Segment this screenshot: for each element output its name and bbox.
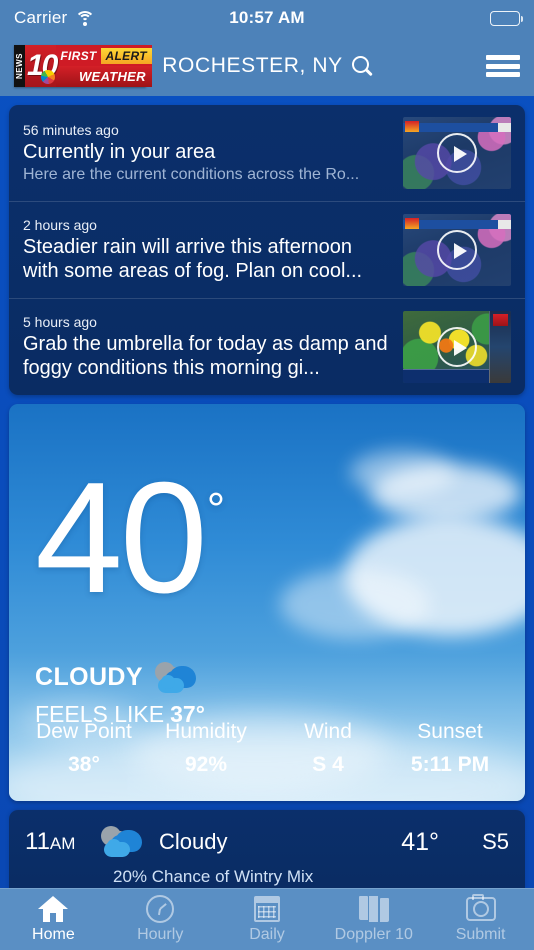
list-item[interactable]: 5 hours ago Grab the umbrella for today … [9,299,525,395]
stat-label: Humidity [165,720,247,743]
current-temperature-row: 40 ° [35,450,499,626]
stat-wind: Wind S 4 [267,720,389,777]
list-item[interactable]: 2 hours ago Steadier rain will arrive th… [9,202,525,299]
news-item-timestamp: 56 minutes ago [23,121,119,138]
stat-label: Sunset [417,720,483,743]
news-item-text: 56 minutes ago Currently in your area He… [23,122,393,185]
tab-label: Daily [249,926,285,943]
hourly-detail: 20% Chance of Wintry Mix [113,867,314,886]
hourly-temperature: 41° [401,827,439,856]
home-icon [0,895,107,923]
tab-label: Home [32,926,75,943]
news-item-subtitle: Here are the current conditions across t… [23,166,360,184]
stat-value: 5:11 PM [410,753,490,776]
play-icon[interactable] [437,327,477,367]
tab-label: Hourly [137,926,184,943]
logo-first-label: FIRST [60,48,97,63]
stat-value: 38° [68,753,100,776]
logo-first-alert-row: FIRST ALERT [56,45,152,66]
news-item-text: 2 hours ago Steadier rain will arrive th… [23,217,393,283]
tab-submit[interactable]: Submit [427,894,534,944]
tab-label: Doppler 10 [334,926,413,943]
stat-value: S 4 [312,753,344,776]
cloudy-icon [101,826,147,858]
tab-home[interactable]: Home [0,895,107,944]
stat-sunset: Sunset 5:11 PM [389,720,511,777]
hourly-wind: S5 [482,829,509,854]
thumbnail-side-panel [489,311,511,383]
current-conditions-inner: 40 ° CLOUDY FEELS LIKE37° Dew Point 38° [9,404,525,801]
battery-icon [490,10,524,26]
status-bar: Carrier 10:57 AM [0,0,534,36]
stat-label: Dew Point [36,720,132,743]
logo-weather-row: WEATHER [56,66,152,87]
current-conditions-card[interactable]: 40 ° CLOUDY FEELS LIKE37° Dew Point 38° [9,404,525,801]
app-header: NEWS 10 FIRST ALERT WEATHER ROCHESTER, N… [0,36,534,96]
news-item-title: Steadier rain will arrive this afternoon… [23,235,363,282]
stat-label: Wind [304,720,352,743]
news-item-thumbnail[interactable] [403,214,511,286]
degree-symbol: ° [206,483,226,535]
status-bar-clock: 10:57 AM [229,8,305,27]
hourly-period: AM [49,834,76,853]
news-item-timestamp: 5 hours ago [23,313,97,330]
current-condition-row: CLOUDY [35,661,499,694]
tab-daily[interactable]: Daily [214,895,321,944]
clock-icon [107,895,214,923]
news-item-thumbnail[interactable] [403,117,511,189]
news-item-title: Currently in your area [23,140,216,163]
stat-humidity: Humidity 92% [145,720,267,777]
logo-weather-label: WEATHER [78,69,146,84]
list-item[interactable]: 56 minutes ago Currently in your area He… [9,105,525,202]
thumbnail-banner [403,121,511,132]
logo-banner: FIRST ALERT WEATHER [56,45,152,87]
play-icon[interactable] [437,133,477,173]
stat-dew-point: Dew Point 38° [23,720,145,777]
map-icon [320,895,427,923]
thumbnail-lower-third [403,369,489,383]
calendar-icon [214,895,321,923]
news-item-thumbnail[interactable] [403,311,511,383]
thumbnail-banner [403,218,511,229]
logo-channel-block: NEWS 10 [14,45,58,87]
search-icon[interactable] [351,56,372,76]
news10-first-alert-weather-logo[interactable]: NEWS 10 FIRST ALERT WEATHER [14,45,152,87]
current-temperature: 40 [35,450,208,626]
news-list: 56 minutes ago Currently in your area He… [9,105,525,395]
status-bar-right [490,10,524,26]
stat-value: 92% [184,753,228,776]
current-stats-row: Dew Point 38° Humidity 92% Wind S 4 Suns… [9,720,525,777]
hourly-hour: 11 [25,828,50,855]
tab-label: Submit [455,926,506,943]
main-content: 56 minutes ago Currently in your area He… [0,96,534,892]
bottom-tab-bar: Home Hourly Daily Doppler 10 Submit [0,888,534,950]
hourly-row[interactable]: 11AM Cloudy 41° S5 [25,826,509,858]
current-condition-label: CLOUDY [35,663,143,692]
cloudy-icon [154,661,201,694]
news-item-text: 5 hours ago Grab the umbrella for today … [23,314,393,380]
play-icon[interactable] [437,230,477,270]
hamburger-menu-icon[interactable] [486,53,520,79]
hourly-condition: Cloudy [159,829,228,854]
page-title: ROCHESTER, NY [162,54,343,77]
tab-hourly[interactable]: Hourly [107,895,214,944]
hourly-time: 11AM [25,828,101,856]
logo-news-label: NEWS [14,45,25,87]
camera-icon [427,894,534,923]
news-item-timestamp: 2 hours ago [23,216,97,233]
news-item-title: Grab the umbrella for today as damp and … [23,332,388,379]
logo-alert-label: ALERT [100,47,152,64]
hourly-forecast-card[interactable]: 11AM Cloudy 41° S5 20% Chance of Wintry … [9,810,525,892]
tab-doppler-10[interactable]: Doppler 10 [320,895,427,944]
